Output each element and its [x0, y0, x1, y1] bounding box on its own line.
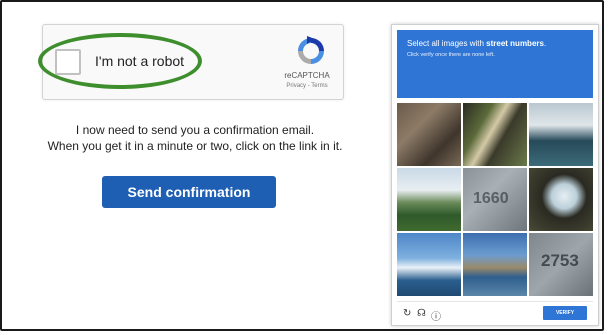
reload-icon[interactable]: ↻ [403, 308, 411, 319]
recaptcha-widget: I'm not a robot reCAPTCHA Privacy - Term… [42, 24, 344, 100]
page-frame: I'm not a robot reCAPTCHA Privacy - Term… [0, 0, 604, 331]
checkbox-label: I'm not a robot [95, 53, 185, 69]
verify-button[interactable]: VERIFY [543, 306, 587, 320]
challenge-tile-3[interactable] [529, 103, 593, 166]
challenge-tile-9[interactable]: 2753 [529, 233, 593, 296]
info-icon[interactable]: ⓘ [431, 308, 441, 323]
message-line-2: When you get it in a minute or two, clic… [47, 139, 343, 153]
challenge-tile-1[interactable] [397, 103, 461, 166]
not-robot-checkbox[interactable] [55, 49, 81, 75]
confirmation-message: I now need to send you a confirmation em… [10, 122, 380, 154]
challenge-tile-2[interactable] [463, 103, 527, 166]
recaptcha-brand: reCAPTCHA [284, 71, 330, 80]
street-number-text: 2753 [541, 251, 579, 270]
challenge-tile-4[interactable] [397, 168, 461, 231]
challenge-tile-8[interactable] [463, 233, 527, 296]
audio-icon[interactable]: ☊ [417, 308, 426, 319]
challenge-tile-5[interactable]: 1660 [463, 168, 527, 231]
challenge-tile-7[interactable] [397, 233, 461, 296]
challenge-image-grid: 1660 2753 [397, 103, 593, 296]
challenge-footer: ↻ ☊ ⓘ VERIFY [397, 301, 593, 323]
challenge-tile-6[interactable] [529, 168, 593, 231]
street-number-text: 1660 [473, 190, 509, 207]
challenge-title: Select all images with street numbers. [407, 39, 547, 48]
image-challenge-popup: Select all images with street numbers. C… [391, 24, 599, 326]
send-confirmation-button[interactable]: Send confirmation [102, 176, 276, 208]
recaptcha-logo-icon [298, 36, 324, 64]
challenge-target: street numbers [486, 39, 544, 48]
challenge-header: Select all images with street numbers. C… [397, 30, 593, 98]
challenge-subtitle: Click verify once there are none left. [407, 52, 495, 58]
message-line-1: I now need to send you a confirmation em… [75, 123, 315, 137]
privacy-terms-links[interactable]: Privacy - Terms [279, 83, 335, 89]
